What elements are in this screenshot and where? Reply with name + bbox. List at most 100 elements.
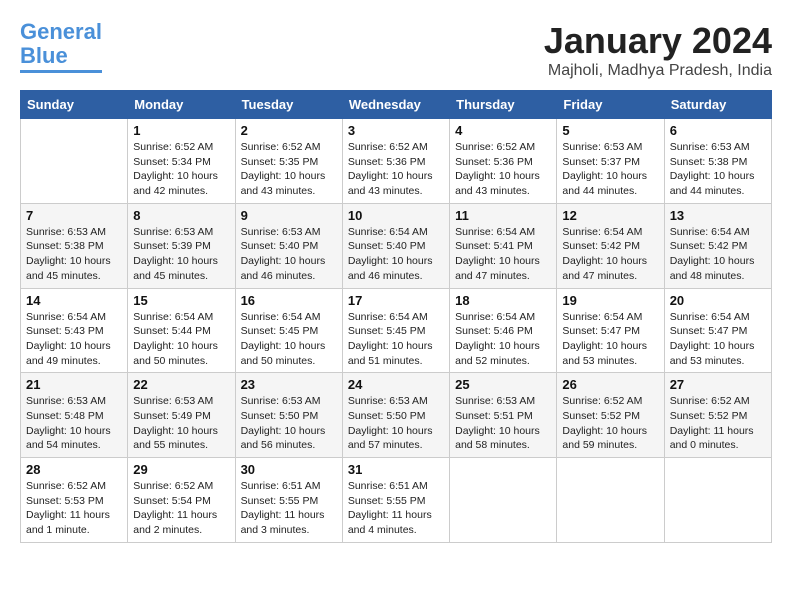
calendar-body: 1Sunrise: 6:52 AM Sunset: 5:34 PM Daylig… <box>21 119 772 543</box>
header-day-monday: Monday <box>128 91 235 119</box>
cell-info: Sunrise: 6:53 AM Sunset: 5:39 PM Dayligh… <box>133 225 229 284</box>
logo-blue: Blue <box>20 43 68 68</box>
cell-day-number: 4 <box>455 123 551 138</box>
cell-day-number: 20 <box>670 293 766 308</box>
cell-day-number: 19 <box>562 293 658 308</box>
page-title: January 2024 <box>544 20 772 62</box>
calendar-header: SundayMondayTuesdayWednesdayThursdayFrid… <box>21 91 772 119</box>
calendar-cell: 9 Sunrise: 6:53 AM Sunset: 5:40 PM Daylig… <box>235 203 342 288</box>
cell-info: Sunrise: 6:52 AM Sunset: 5:36 PM Dayligh… <box>348 140 444 199</box>
cell-info: Sunrise: 6:52 AM Sunset: 5:53 PM Dayligh… <box>26 479 122 538</box>
calendar-cell: 27 Sunrise: 6:52 AM Sunset: 5:52 PM Dayli… <box>664 373 771 458</box>
cell-info: Sunrise: 6:54 AM Sunset: 5:47 PM Dayligh… <box>562 310 658 369</box>
cell-info: Sunrise: 6:54 AM Sunset: 5:42 PM Dayligh… <box>670 225 766 284</box>
header-day-tuesday: Tuesday <box>235 91 342 119</box>
cell-day-number: 22 <box>133 377 229 392</box>
calendar-cell <box>557 458 664 543</box>
cell-day-number: 27 <box>670 377 766 392</box>
cell-day-number: 31 <box>348 462 444 477</box>
calendar-cell: 8Sunrise: 6:53 AM Sunset: 5:39 PM Daylig… <box>128 203 235 288</box>
calendar-cell: 19 Sunrise: 6:54 AM Sunset: 5:47 PM Dayli… <box>557 288 664 373</box>
cell-info: Sunrise: 6:53 AM Sunset: 5:38 PM Dayligh… <box>670 140 766 199</box>
calendar-cell: 12Sunrise: 6:54 AM Sunset: 5:42 PM Dayli… <box>557 203 664 288</box>
calendar-cell: 21 Sunrise: 6:53 AM Sunset: 5:48 PM Dayli… <box>21 373 128 458</box>
cell-day-number: 17 <box>348 293 444 308</box>
calendar-cell: 28 Sunrise: 6:52 AM Sunset: 5:53 PM Dayli… <box>21 458 128 543</box>
cell-info: Sunrise: 6:52 AM Sunset: 5:36 PM Dayligh… <box>455 140 551 199</box>
calendar-cell <box>21 119 128 204</box>
cell-info: Sunrise: 6:51 AM Sunset: 5:55 PM Dayligh… <box>241 479 337 538</box>
calendar-cell <box>450 458 557 543</box>
cell-day-number: 24 <box>348 377 444 392</box>
calendar-cell <box>664 458 771 543</box>
cell-day-number: 11 <box>455 208 551 223</box>
calendar-cell: 18 Sunrise: 6:54 AM Sunset: 5:46 PM Dayli… <box>450 288 557 373</box>
calendar-cell: 1Sunrise: 6:52 AM Sunset: 5:34 PM Daylig… <box>128 119 235 204</box>
header-day-saturday: Saturday <box>664 91 771 119</box>
cell-day-number: 3 <box>348 123 444 138</box>
page-header: General Blue January 2024 Majholi, Madhy… <box>20 20 772 80</box>
cell-info: Sunrise: 6:53 AM Sunset: 5:37 PM Dayligh… <box>562 140 658 199</box>
cell-info: Sunrise: 6:52 AM Sunset: 5:35 PM Dayligh… <box>241 140 337 199</box>
cell-day-number: 9 <box>241 208 337 223</box>
calendar-cell: 17Sunrise: 6:54 AM Sunset: 5:45 PM Dayli… <box>342 288 449 373</box>
calendar-cell: 10Sunrise: 6:54 AM Sunset: 5:40 PM Dayli… <box>342 203 449 288</box>
cell-info: Sunrise: 6:54 AM Sunset: 5:41 PM Dayligh… <box>455 225 551 284</box>
cell-info: Sunrise: 6:53 AM Sunset: 5:51 PM Dayligh… <box>455 394 551 453</box>
calendar-cell: 20 Sunrise: 6:54 AM Sunset: 5:47 PM Dayli… <box>664 288 771 373</box>
cell-info: Sunrise: 6:54 AM Sunset: 5:42 PM Dayligh… <box>562 225 658 284</box>
cell-day-number: 5 <box>562 123 658 138</box>
calendar-cell: 2 Sunrise: 6:52 AM Sunset: 5:35 PM Daylig… <box>235 119 342 204</box>
calendar-cell: 23 Sunrise: 6:53 AM Sunset: 5:50 PM Dayli… <box>235 373 342 458</box>
cell-info: Sunrise: 6:54 AM Sunset: 5:46 PM Dayligh… <box>455 310 551 369</box>
calendar-cell: 4 Sunrise: 6:52 AM Sunset: 5:36 PM Daylig… <box>450 119 557 204</box>
calendar-cell: 3 Sunrise: 6:52 AM Sunset: 5:36 PM Daylig… <box>342 119 449 204</box>
title-area: January 2024 Majholi, Madhya Pradesh, In… <box>544 20 772 80</box>
week-row-5: 28 Sunrise: 6:52 AM Sunset: 5:53 PM Dayli… <box>21 458 772 543</box>
header-day-wednesday: Wednesday <box>342 91 449 119</box>
calendar-cell: 7Sunrise: 6:53 AM Sunset: 5:38 PM Daylig… <box>21 203 128 288</box>
cell-info: Sunrise: 6:52 AM Sunset: 5:52 PM Dayligh… <box>670 394 766 453</box>
calendar-cell: 14 Sunrise: 6:54 AM Sunset: 5:43 PM Dayli… <box>21 288 128 373</box>
page-subtitle: Majholi, Madhya Pradesh, India <box>544 62 772 80</box>
cell-info: Sunrise: 6:53 AM Sunset: 5:50 PM Dayligh… <box>241 394 337 453</box>
cell-info: Sunrise: 6:53 AM Sunset: 5:48 PM Dayligh… <box>26 394 122 453</box>
cell-day-number: 28 <box>26 462 122 477</box>
cell-info: Sunrise: 6:54 AM Sunset: 5:40 PM Dayligh… <box>348 225 444 284</box>
calendar-cell: 24 Sunrise: 6:53 AM Sunset: 5:50 PM Dayli… <box>342 373 449 458</box>
header-day-sunday: Sunday <box>21 91 128 119</box>
calendar-cell: 25 Sunrise: 6:53 AM Sunset: 5:51 PM Dayli… <box>450 373 557 458</box>
cell-info: Sunrise: 6:51 AM Sunset: 5:55 PM Dayligh… <box>348 479 444 538</box>
cell-day-number: 2 <box>241 123 337 138</box>
cell-info: Sunrise: 6:54 AM Sunset: 5:45 PM Dayligh… <box>241 310 337 369</box>
calendar-table: SundayMondayTuesdayWednesdayThursdayFrid… <box>20 90 772 543</box>
calendar-cell: 13 Sunrise: 6:54 AM Sunset: 5:42 PM Dayli… <box>664 203 771 288</box>
cell-info: Sunrise: 6:53 AM Sunset: 5:50 PM Dayligh… <box>348 394 444 453</box>
cell-info: Sunrise: 6:53 AM Sunset: 5:40 PM Dayligh… <box>241 225 337 284</box>
cell-info: Sunrise: 6:54 AM Sunset: 5:43 PM Dayligh… <box>26 310 122 369</box>
week-row-1: 1Sunrise: 6:52 AM Sunset: 5:34 PM Daylig… <box>21 119 772 204</box>
cell-day-number: 14 <box>26 293 122 308</box>
calendar-cell: 6Sunrise: 6:53 AM Sunset: 5:38 PM Daylig… <box>664 119 771 204</box>
cell-day-number: 25 <box>455 377 551 392</box>
cell-info: Sunrise: 6:53 AM Sunset: 5:38 PM Dayligh… <box>26 225 122 284</box>
header-row: SundayMondayTuesdayWednesdayThursdayFrid… <box>21 91 772 119</box>
cell-info: Sunrise: 6:52 AM Sunset: 5:52 PM Dayligh… <box>562 394 658 453</box>
logo-general: General <box>20 19 102 44</box>
cell-day-number: 16 <box>241 293 337 308</box>
cell-day-number: 18 <box>455 293 551 308</box>
cell-day-number: 23 <box>241 377 337 392</box>
cell-day-number: 29 <box>133 462 229 477</box>
week-row-3: 14 Sunrise: 6:54 AM Sunset: 5:43 PM Dayli… <box>21 288 772 373</box>
cell-day-number: 30 <box>241 462 337 477</box>
cell-info: Sunrise: 6:52 AM Sunset: 5:54 PM Dayligh… <box>133 479 229 538</box>
calendar-cell: 15 Sunrise: 6:54 AM Sunset: 5:44 PM Dayli… <box>128 288 235 373</box>
cell-info: Sunrise: 6:54 AM Sunset: 5:47 PM Dayligh… <box>670 310 766 369</box>
week-row-2: 7Sunrise: 6:53 AM Sunset: 5:38 PM Daylig… <box>21 203 772 288</box>
cell-info: Sunrise: 6:54 AM Sunset: 5:44 PM Dayligh… <box>133 310 229 369</box>
cell-day-number: 15 <box>133 293 229 308</box>
calendar-cell: 22Sunrise: 6:53 AM Sunset: 5:49 PM Dayli… <box>128 373 235 458</box>
cell-day-number: 13 <box>670 208 766 223</box>
logo-text: General Blue <box>20 20 102 68</box>
cell-day-number: 21 <box>26 377 122 392</box>
